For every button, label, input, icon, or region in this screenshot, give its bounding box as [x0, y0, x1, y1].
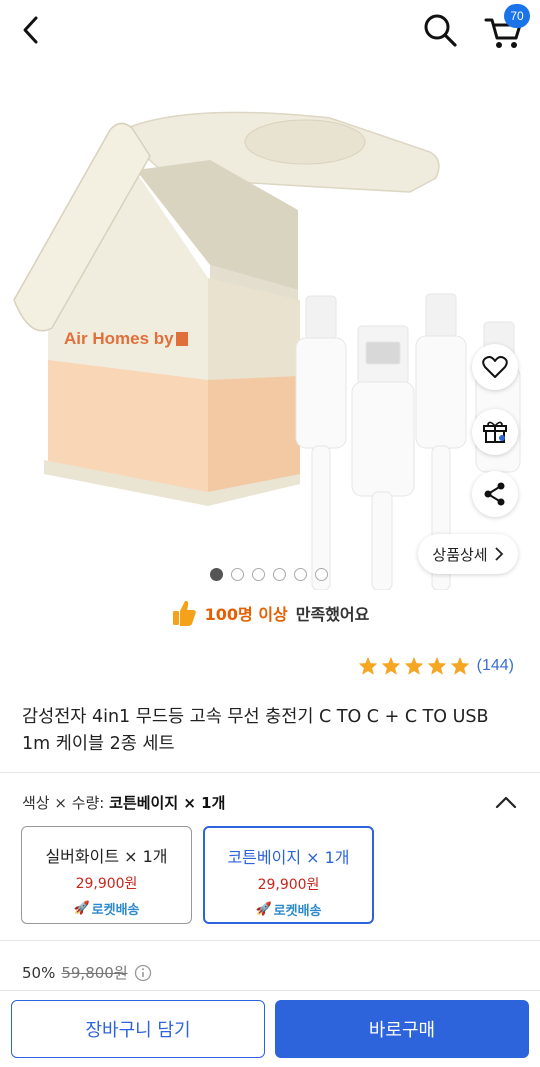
- star-icon: [427, 656, 446, 675]
- rocket-delivery-badge: 🚀 로켓배송: [205, 900, 372, 919]
- price-discount-row: 50% 59,800원: [22, 962, 152, 983]
- top-bar: 70: [0, 0, 540, 60]
- gallery-dot[interactable]: [252, 568, 265, 581]
- satisfaction-banner: 100명 이상 만족했어요: [0, 596, 540, 630]
- option-summary-value: 코튼베이지 × 1개: [109, 794, 226, 812]
- product-photo: Air Homes by: [13, 111, 521, 590]
- search-icon: [424, 14, 457, 47]
- chevron-up-icon: [495, 796, 517, 809]
- add-to-cart-button[interactable]: 장바구니 담기: [11, 1000, 265, 1058]
- gallery-dot[interactable]: [273, 568, 286, 581]
- search-button[interactable]: [420, 10, 460, 50]
- rocket-delivery-label: 로켓배송: [273, 904, 322, 919]
- option-card-cotton-beige[interactable]: 코튼베이지 × 1개 29,900원 🚀 로켓배송: [203, 826, 374, 924]
- wishlist-button[interactable]: [472, 344, 518, 390]
- option-price: 29,900원: [257, 877, 320, 893]
- gallery-pagination: [210, 568, 328, 581]
- product-title: 감성전자 4in1 무드등 고속 무선 충전기 C TO C + C TO US…: [22, 707, 489, 754]
- star-icon: [404, 656, 423, 675]
- product-detail-button[interactable]: 상품상세: [418, 534, 518, 574]
- star-icon: [450, 656, 469, 675]
- cart-count-badge: 70: [504, 4, 530, 28]
- star-icon: [381, 656, 400, 675]
- rating-summary[interactable]: (144): [358, 656, 514, 676]
- divider: [0, 940, 540, 941]
- rocket-delivery-label: 로켓배송: [91, 903, 140, 918]
- buy-now-button[interactable]: 바로구매: [275, 1000, 529, 1058]
- option-summary[interactable]: 색상 × 수량: 코튼베이지 × 1개: [22, 792, 225, 813]
- option-name: 실버화이트 × 1개: [45, 847, 168, 866]
- gallery-dot[interactable]: [315, 568, 328, 581]
- gift-icon: [483, 421, 507, 443]
- option-name: 코튼베이지 × 1개: [227, 848, 350, 867]
- star-icon: [358, 656, 377, 675]
- rocket-icon: 🚀: [73, 901, 90, 916]
- option-summary-label: 색상 × 수량:: [22, 794, 105, 812]
- review-count[interactable]: (144): [477, 657, 514, 675]
- product-detail-label: 상품상세: [432, 545, 488, 564]
- original-price: 59,800원: [61, 964, 128, 982]
- gallery-dot[interactable]: [231, 568, 244, 581]
- share-button[interactable]: [472, 471, 518, 517]
- chevron-left-icon: [23, 16, 38, 44]
- product-image-gallery[interactable]: Air Homes by: [0, 60, 540, 590]
- brand-text: Air Homes by: [64, 329, 174, 348]
- gallery-dot[interactable]: [294, 568, 307, 581]
- gallery-dot[interactable]: [210, 568, 223, 581]
- option-collapse-button[interactable]: [492, 790, 520, 814]
- option-card-silver-white[interactable]: 실버화이트 × 1개 29,900원 🚀 로켓배송: [21, 826, 192, 924]
- heart-icon: [482, 356, 508, 378]
- option-price: 29,900원: [75, 876, 138, 892]
- satisfaction-text: 만족했어요: [295, 605, 370, 624]
- back-button[interactable]: [14, 12, 50, 48]
- thumbs-up-icon: [172, 600, 196, 626]
- rocket-icon: 🚀: [255, 902, 272, 917]
- satisfaction-count: 100명 이상: [204, 605, 288, 624]
- bottom-action-bar: 장바구니 담기 바로구매: [0, 990, 540, 1067]
- share-icon: [484, 482, 505, 506]
- discount-rate: 50%: [22, 963, 56, 982]
- rocket-delivery-badge: 🚀 로켓배송: [22, 899, 191, 918]
- info-icon[interactable]: [134, 964, 152, 982]
- chevron-right-icon: [494, 547, 503, 561]
- divider: [0, 772, 540, 773]
- gift-button[interactable]: [472, 409, 518, 455]
